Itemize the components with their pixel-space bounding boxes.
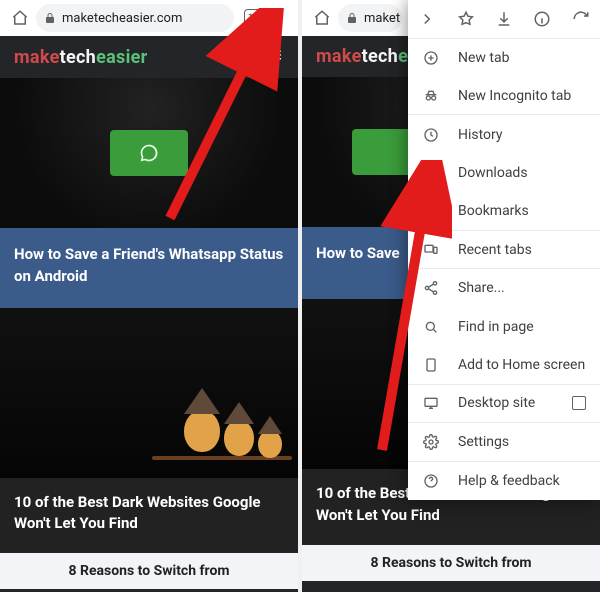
menu-label: Desktop site [458,395,535,411]
incognito-icon [422,88,440,104]
site-header: maketecheasier [0,36,298,78]
menu-label: New Incognito tab [458,88,571,104]
gear-icon [422,434,440,450]
site-logo[interactable]: maketecheasier [14,47,148,68]
url-field[interactable]: maketecheasier.com [36,4,234,32]
desktop-icon [422,395,440,411]
tab-switcher[interactable]: 13 [244,9,262,27]
menu-item-new-tab[interactable]: New tab [408,39,600,77]
menu-item-share[interactable]: Share... [408,269,600,307]
share-icon [422,280,440,296]
page-content: maketecheasier How to Save a Friend's Wh… [0,36,298,592]
lock-icon [346,12,358,24]
menu-item-recent-tabs[interactable]: Recent tabs [408,231,600,270]
reload-icon[interactable] [572,10,590,28]
url-text: maket [364,11,400,26]
menu-item-downloads[interactable]: Downloads [408,154,600,192]
article-card-1[interactable]: How to Save a Friend's Whatsapp Status o… [0,228,298,308]
home-icon[interactable] [310,6,334,30]
menu-label: Add to Home screen [458,357,585,373]
home-icon[interactable] [8,6,32,30]
article-hero-image [0,78,298,228]
devices-icon [422,242,440,258]
menu-label: Downloads [458,165,528,181]
overflow-menu-button[interactable] [268,9,292,27]
menu-item-history[interactable]: History [408,115,600,153]
site-logo[interactable]: maketecheasier [316,46,412,67]
article-card-3[interactable]: 8 Reasons to Switch from [302,545,600,581]
search-page-icon [422,319,440,335]
check-underline-icon [422,165,440,181]
url-field[interactable]: maket [338,4,402,32]
left-screenshot: maketecheasier.com 13 maketecheasier How… [0,0,298,592]
star-icon[interactable] [457,10,475,28]
plus-circle-icon [422,50,440,66]
search-icon[interactable] [230,46,248,68]
add-home-icon [422,357,440,373]
menu-label: Bookmarks [458,203,529,219]
menu-item-add-home[interactable]: Add to Home screen [408,346,600,385]
url-text: maketecheasier.com [62,11,182,26]
article-hero-image-2 [0,308,298,478]
menu-item-help[interactable]: Help & feedback [408,462,600,500]
menu-item-find[interactable]: Find in page [408,308,600,346]
whatsapp-icon [110,130,188,176]
menu-label: Settings [458,434,509,450]
history-icon [422,127,440,143]
help-icon [422,473,440,489]
star-icon [422,203,440,219]
menu-label: History [458,127,503,143]
menu-toolbar [408,0,600,39]
menu-icon[interactable] [266,46,284,68]
chrome-overflow-menu: New tab New Incognito tab History Downlo… [408,0,600,500]
menu-item-bookmarks[interactable]: Bookmarks [408,192,600,231]
menu-item-desktop[interactable]: Desktop site [408,385,600,424]
lock-icon [44,12,56,24]
article-card-3[interactable]: 8 Reasons to Switch from [0,553,298,589]
menu-label: Help & feedback [458,473,560,489]
menu-label: Find in page [458,319,534,335]
menu-label: New tab [458,50,509,66]
menu-label: Share... [458,280,505,296]
desktop-checkbox[interactable] [572,396,586,410]
menu-label: Recent tabs [458,242,532,258]
url-bar: maketecheasier.com 13 [0,0,298,36]
download-icon[interactable] [495,10,513,28]
info-icon[interactable] [533,10,551,28]
forward-icon[interactable] [418,10,436,28]
menu-item-settings[interactable]: Settings [408,423,600,462]
menu-item-incognito[interactable]: New Incognito tab [408,77,600,116]
article-card-2[interactable]: 10 of the Best Dark Websites Google Won'… [0,478,298,554]
right-screenshot: maket maketecheasier How to Save 10 of t… [302,0,600,592]
